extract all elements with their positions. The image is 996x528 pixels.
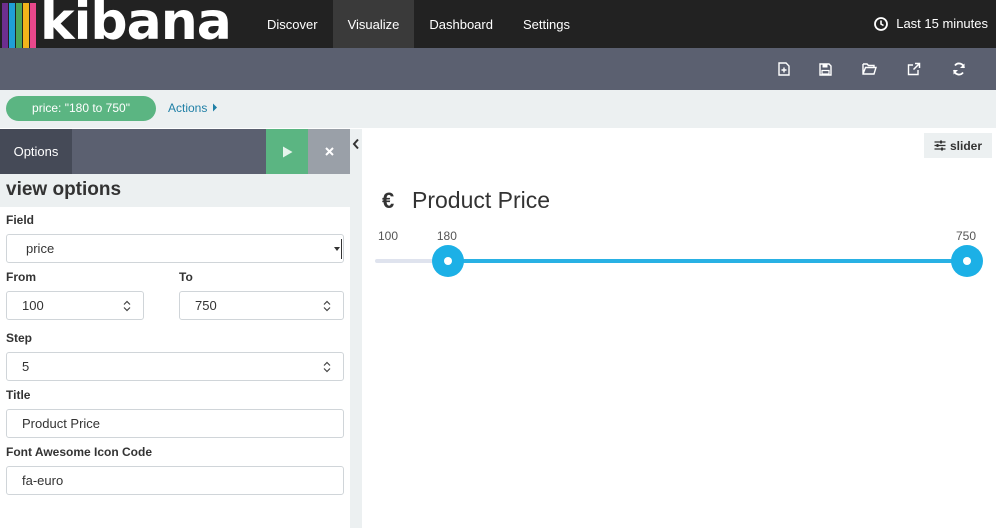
icon-code-input[interactable]: fa-euro xyxy=(6,466,344,495)
icon-code-label: Font Awesome Icon Code xyxy=(6,445,153,459)
from-input-value: 100 xyxy=(22,298,44,313)
clock-icon xyxy=(874,17,889,31)
top-navbar: kibana Discover Visualize Dashboard Sett… xyxy=(0,0,996,48)
logo-stripe xyxy=(9,3,15,48)
field-label: Field xyxy=(6,213,35,227)
step-input[interactable]: 5 xyxy=(6,352,344,381)
options-form: Field price From 100 To 750 Step 5 Title… xyxy=(0,207,350,528)
icon-code-input-value: fa-euro xyxy=(22,473,64,488)
caret-right-icon xyxy=(212,103,217,112)
visualization-panel: slider € Product Price 100 180 750 xyxy=(362,129,996,528)
slider-low-label: 180 xyxy=(436,229,457,243)
to-label: To xyxy=(179,270,193,284)
actions-label: Actions xyxy=(168,101,208,115)
nav-visualize[interactable]: Visualize xyxy=(332,0,415,48)
filter-actions-link[interactable]: Actions xyxy=(168,101,218,115)
sidebar-tabs: Options xyxy=(0,129,350,174)
vis-type-label: slider xyxy=(949,138,982,153)
from-input[interactable]: 100 xyxy=(6,291,144,320)
open-folder-icon[interactable] xyxy=(859,59,879,79)
new-visualization-icon[interactable] xyxy=(774,59,794,79)
spinner-icon xyxy=(323,361,331,373)
spinner-icon xyxy=(123,300,131,312)
sidebar-editor: Options view options Field price From 10… xyxy=(0,129,350,528)
logo-stripe xyxy=(16,3,22,48)
logo-wordmark: kibana xyxy=(40,0,232,48)
slider-high-handle[interactable] xyxy=(951,245,983,277)
slider-low-handle[interactable] xyxy=(431,245,464,277)
slider-high-label: 750 xyxy=(956,229,977,243)
slider-selected-range xyxy=(447,259,967,263)
sliders-icon xyxy=(934,140,946,151)
vis-toolbar xyxy=(0,48,996,90)
slider-min-label: 100 xyxy=(378,229,399,243)
step-label: Step xyxy=(6,331,33,345)
discard-changes-button[interactable] xyxy=(308,129,350,174)
share-icon[interactable] xyxy=(904,59,924,79)
timepicker[interactable]: Last 15 minutes xyxy=(874,0,988,48)
nav-settings[interactable]: Settings xyxy=(508,0,585,48)
nav-dashboard[interactable]: Dashboard xyxy=(414,0,508,48)
view-options-heading: view options xyxy=(6,179,122,200)
refresh-icon[interactable] xyxy=(949,59,969,79)
title-input[interactable]: Product Price xyxy=(6,409,344,438)
euro-icon: € xyxy=(382,187,395,213)
main-nav: Discover Visualize Dashboard Settings xyxy=(252,0,585,48)
sidebar-resizer[interactable] xyxy=(350,129,362,528)
logo-stripe xyxy=(30,3,36,48)
field-select[interactable]: price xyxy=(6,234,344,263)
apply-changes-button[interactable] xyxy=(266,129,308,174)
title-label: Title xyxy=(6,388,31,402)
logo-stripe xyxy=(23,3,29,48)
title-input-value: Product Price xyxy=(22,416,101,431)
to-input-value: 750 xyxy=(195,298,217,313)
close-icon xyxy=(324,147,334,156)
collapse-sidebar-icon[interactable] xyxy=(352,138,360,150)
kibana-logo[interactable]: kibana xyxy=(0,0,252,48)
timepicker-label: Last 15 minutes xyxy=(896,16,988,31)
logo-stripe xyxy=(2,3,8,48)
to-input[interactable]: 750 xyxy=(179,291,344,320)
play-icon xyxy=(282,146,292,157)
from-label: From xyxy=(6,270,36,284)
nav-discover[interactable]: Discover xyxy=(252,0,333,48)
tab-options[interactable]: Options xyxy=(0,129,72,174)
vis-title-text: Product Price xyxy=(412,187,551,213)
vis-type-tag[interactable]: slider xyxy=(924,133,992,158)
chevron-down-icon xyxy=(334,239,342,259)
save-icon[interactable] xyxy=(815,59,835,79)
filter-pill[interactable]: price: "180 to 750" xyxy=(6,96,156,121)
spinner-icon xyxy=(323,300,331,312)
vis-title: € Product Price xyxy=(382,187,550,214)
field-select-value: price xyxy=(26,241,55,256)
filter-bar: price: "180 to 750" Actions xyxy=(0,90,996,128)
step-input-value: 5 xyxy=(22,359,30,374)
